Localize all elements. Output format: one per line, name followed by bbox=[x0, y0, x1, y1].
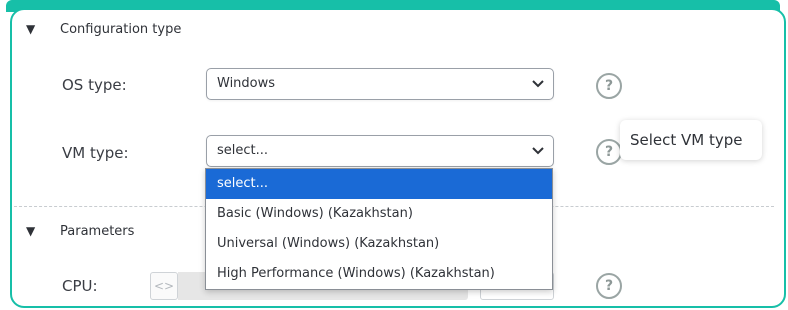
dropdown-option[interactable]: High Performance (Windows) (Kazakhstan) bbox=[206, 259, 552, 289]
chevron-down-icon bbox=[532, 80, 544, 88]
chevron-down-icon bbox=[532, 147, 544, 155]
triangle-down-icon: ▼ bbox=[26, 22, 36, 36]
dropdown-option[interactable]: Basic (Windows) (Kazakhstan) bbox=[206, 199, 552, 229]
os-type-label: OS type: bbox=[62, 76, 127, 94]
cpu-label: CPU: bbox=[62, 277, 98, 295]
section-header-configuration[interactable]: ▼ Configuration type bbox=[26, 22, 181, 37]
section-header-parameters[interactable]: ▼ Parameters bbox=[26, 224, 134, 239]
vm-type-value: select... bbox=[217, 143, 269, 158]
os-type-help-icon[interactable]: ? bbox=[596, 73, 622, 99]
section-title-configuration: Configuration type bbox=[60, 22, 182, 37]
vm-type-label: VM type: bbox=[62, 144, 129, 162]
cpu-help-icon[interactable]: ? bbox=[596, 273, 622, 299]
vm-type-help-icon[interactable]: ? bbox=[596, 139, 622, 165]
vm-type-dropdown-list: select... Basic (Windows) (Kazakhstan) U… bbox=[205, 168, 553, 290]
os-type-select[interactable]: Windows bbox=[206, 68, 554, 100]
section-title-parameters: Parameters bbox=[60, 224, 135, 239]
cpu-slider-handle[interactable]: <> bbox=[150, 272, 178, 300]
dropdown-option[interactable]: Universal (Windows) (Kazakhstan) bbox=[206, 229, 552, 259]
triangle-down-icon: ▼ bbox=[26, 224, 36, 238]
dropdown-option[interactable]: select... bbox=[206, 169, 552, 199]
vm-type-select[interactable]: select... bbox=[206, 135, 554, 167]
vm-type-tooltip: Select VM type bbox=[620, 120, 762, 160]
os-type-value: Windows bbox=[217, 76, 276, 91]
